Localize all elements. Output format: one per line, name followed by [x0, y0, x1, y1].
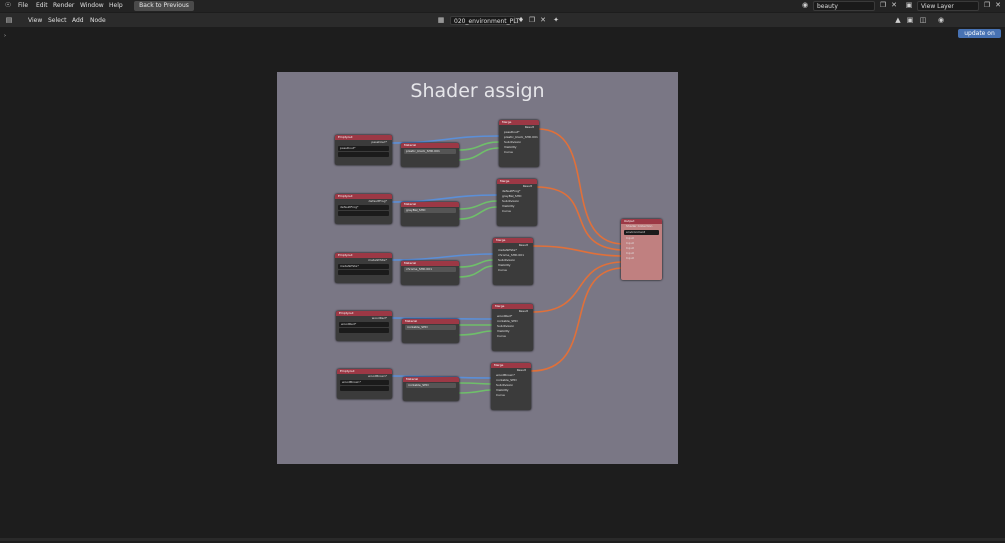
material-node[interactable]: Material greyBal_SHD	[401, 202, 459, 226]
pattern-field[interactable]: metalWhite*	[338, 264, 389, 269]
material-selector[interactable]: plastic_black_SHD.001	[404, 149, 456, 154]
node-header: Material	[401, 143, 459, 148]
emptyout-node[interactable]: Emptyout metalWhite* metalWhite*	[335, 253, 392, 283]
pattern-field[interactable]: woodBrown*	[340, 380, 389, 385]
output-socket-label: woodBrown*	[368, 374, 387, 378]
link-orange	[532, 261, 622, 313]
link-green	[458, 330, 493, 336]
merge-curve: Curve	[498, 268, 507, 272]
material-node[interactable]: Material chrome_SHD.001	[401, 261, 459, 285]
link-blue	[391, 194, 498, 203]
material-selector[interactable]: chrome_SHD.001	[404, 267, 456, 272]
merge-curve: Curve	[504, 150, 513, 154]
link-green	[458, 259, 494, 268]
node-header: Material	[403, 377, 459, 382]
output-input-socket: Input	[626, 256, 634, 260]
link-orange	[530, 267, 622, 372]
pattern-field-empty[interactable]	[338, 152, 389, 157]
material-selector[interactable]: rockable_SHD	[406, 383, 456, 388]
link-green	[458, 265, 494, 278]
link-green	[458, 389, 492, 394]
link-blue	[391, 253, 494, 261]
merge-curve: Curve	[502, 209, 511, 213]
merge-curve: Curve	[497, 334, 506, 338]
output-socket-label: passDout*	[371, 140, 387, 144]
pattern-field-empty[interactable]	[338, 270, 389, 275]
emptyout-node[interactable]: Emptyout woodBrown* woodBrown*	[337, 369, 392, 399]
output-node[interactable]: Output Shader Collection environment Inp…	[621, 219, 662, 280]
pattern-field[interactable]: passDout*	[338, 146, 389, 151]
merge-node[interactable]: Merge Result passDout* plastic_black_SHD…	[499, 120, 539, 167]
emptyout-node[interactable]: Emptyout passDout* passDout*	[335, 135, 392, 165]
pattern-field[interactable]: defaultFrog*	[338, 205, 389, 210]
node-header: Material	[402, 319, 459, 324]
node-header: Material	[401, 202, 459, 207]
merge-curve: Curve	[496, 393, 505, 397]
horizontal-scrollbar[interactable]	[0, 538, 1005, 541]
merge-node[interactable]: Merge Result woodRed* rockable_SHD Subdi…	[492, 304, 533, 351]
material-node[interactable]: Material plastic_black_SHD.001	[401, 143, 459, 167]
node-header: Material	[401, 261, 459, 266]
emptyout-node[interactable]: Emptyout defaultFrog* defaultFrog*	[335, 194, 392, 224]
material-selector[interactable]: greyBal_SHD	[404, 208, 456, 213]
material-selector[interactable]: rockable_SHD	[405, 325, 456, 330]
pattern-field-empty[interactable]	[340, 386, 389, 391]
output-socket-label: woodRed*	[371, 316, 387, 320]
pattern-field[interactable]: woodRed*	[339, 322, 389, 327]
material-node[interactable]: Material rockable_SHD	[403, 377, 459, 401]
material-node[interactable]: Material rockable_SHD	[402, 319, 459, 343]
merge-node[interactable]: Merge Result woodBrown* rockable_SHD Sub…	[491, 363, 531, 410]
output-socket-label: metalWhite*	[368, 258, 387, 262]
merge-node[interactable]: Merge Result metalWhite* chrome_SHD.001 …	[493, 238, 533, 285]
output-socket-label: defaultFrog*	[368, 199, 387, 203]
shader-collection-label: Shader Collection	[626, 224, 653, 228]
emptyout-node[interactable]: Emptyout woodRed* woodRed*	[336, 311, 392, 341]
pattern-field-empty[interactable]	[339, 328, 389, 333]
link-orange	[537, 128, 622, 245]
collection-field[interactable]: environment	[624, 230, 659, 235]
pattern-field-empty[interactable]	[338, 211, 389, 216]
link-blue	[391, 135, 500, 144]
link-green	[458, 382, 492, 385]
merge-node[interactable]: Merge Result defaultFrog* greyBal_SHD Su…	[497, 179, 537, 226]
